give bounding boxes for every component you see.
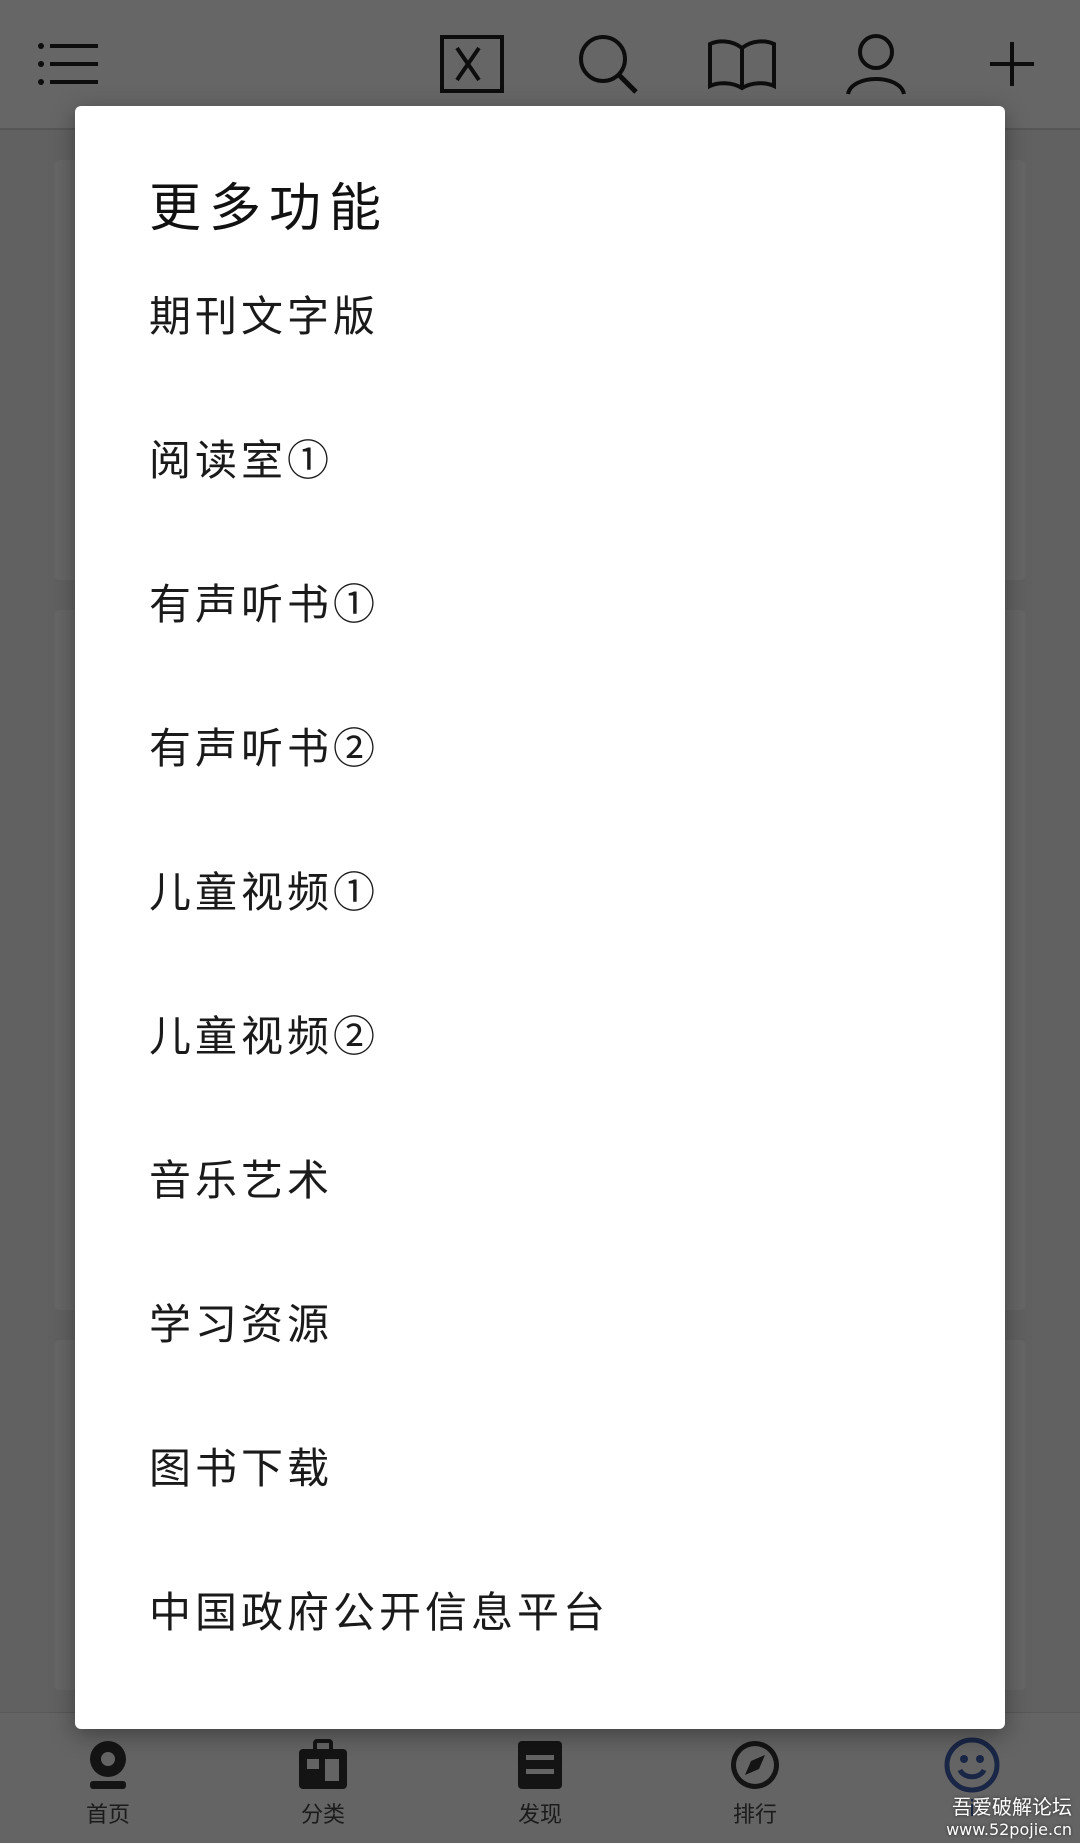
menu-item-label: 期刊文字版 bbox=[149, 292, 380, 341]
menu-item-label: 儿童视频① bbox=[149, 868, 380, 917]
function-menu: 期刊文字版 阅读室① 有声听书① 有声听书② 儿童视频① 儿童视频② 音乐艺术 … bbox=[75, 296, 1005, 1771]
watermark-url: www.52pojie.cn bbox=[946, 1820, 1072, 1839]
menu-item-gov-info-platform[interactable]: 中国政府公开信息平台 bbox=[75, 1592, 1005, 1771]
more-functions-dialog: 更多功能 期刊文字版 阅读室① 有声听书① 有声听书② 儿童视频① 儿童视频② … bbox=[75, 106, 1005, 1729]
menu-item-label: 学习资源 bbox=[149, 1300, 334, 1349]
watermark: 吾爱破解论坛 www.52pojie.cn bbox=[946, 1791, 1072, 1839]
menu-item-label: 儿童视频② bbox=[149, 1012, 380, 1061]
menu-item-label: 有声听书② bbox=[149, 724, 380, 773]
menu-item-label: 音乐艺术 bbox=[149, 1156, 334, 1205]
menu-item-label: 图书下载 bbox=[149, 1444, 334, 1493]
menu-item-label: 阅读室① bbox=[149, 436, 334, 485]
dialog-title: 更多功能 bbox=[149, 179, 390, 239]
menu-item-label: 中国政府公开信息平台 bbox=[149, 1588, 610, 1637]
menu-item-label: 有声听书① bbox=[149, 580, 380, 629]
watermark-name: 吾爱破解论坛 bbox=[952, 1795, 1072, 1819]
